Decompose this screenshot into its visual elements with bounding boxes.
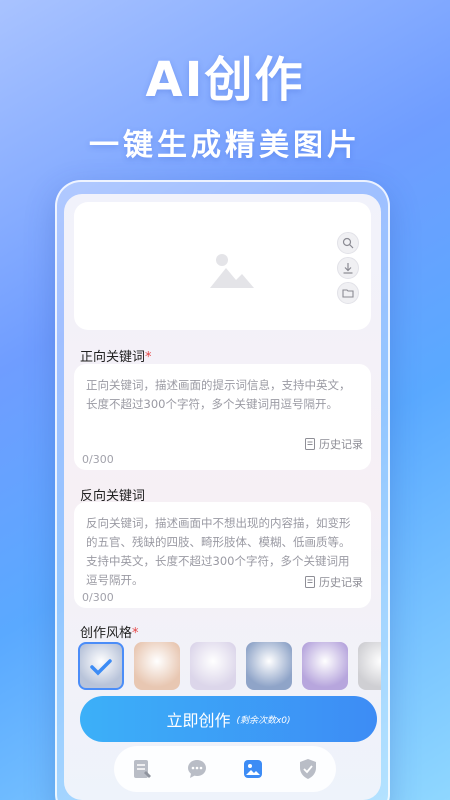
image-icon: [210, 254, 254, 288]
positive-keywords-label: 正向关键词*: [80, 346, 152, 365]
check-icon: [90, 659, 112, 676]
positive-placeholder: 正向关键词，描述画面的提示词信息，支持中英文，长度不超过300个字符，多个关键词…: [86, 378, 351, 411]
positive-history-button[interactable]: 历史记录: [305, 436, 363, 452]
style-thumbnail[interactable]: [190, 642, 236, 690]
create-button[interactable]: 立即创作 (剩余次数x0): [80, 696, 377, 742]
image-preview: [74, 202, 371, 330]
gallery-icon: [243, 760, 262, 778]
download-button[interactable]: [337, 257, 359, 279]
style-thumbnail[interactable]: [302, 642, 348, 690]
shield-icon: [300, 759, 317, 779]
style-thumbnail[interactable]: [78, 642, 124, 690]
style-thumbnail[interactable]: [246, 642, 292, 690]
required-mark: *: [132, 626, 139, 641]
folder-button[interactable]: [337, 282, 359, 304]
zoom-icon: [342, 237, 354, 249]
negative-counter: 0/300: [82, 591, 114, 604]
positive-counter: 0/300: [82, 453, 114, 466]
creation-style-label: 创作风格*: [80, 622, 139, 641]
style-label-text: 创作风格: [80, 626, 133, 641]
history-label: 历史记录: [319, 438, 363, 451]
remaining-count: (剩余次数x0): [236, 715, 291, 726]
nav-chat[interactable]: [184, 756, 210, 782]
style-list: [78, 642, 381, 690]
required-mark: *: [145, 350, 152, 365]
nav-notes[interactable]: [129, 756, 155, 782]
positive-keywords-input[interactable]: 正向关键词，描述画面的提示词信息，支持中英文，长度不超过300个字符，多个关键词…: [74, 364, 371, 470]
chat-icon: [188, 760, 207, 778]
hero-title: AI创作: [145, 52, 305, 108]
style-thumbnail[interactable]: [134, 642, 180, 690]
bottom-nav: [114, 746, 336, 792]
nav-shield[interactable]: [295, 756, 321, 782]
hero-subtitle: 一键生成精美图片: [89, 128, 361, 163]
history-label: 历史记录: [319, 576, 363, 589]
negative-keywords-input[interactable]: 反向关键词，描述画面中不想出现的内容描，如变形的五官、残缺的四肢、畸形肢体、模糊…: [74, 502, 371, 608]
create-button-label: 立即创作: [166, 711, 231, 730]
negative-history-button[interactable]: 历史记录: [305, 574, 363, 590]
nav-gallery[interactable]: [240, 756, 266, 782]
notes-icon: [133, 760, 151, 778]
download-icon: [343, 263, 353, 274]
app-screen: 正向关键词* 正向关键词，描述画面的提示词信息，支持中英文，长度不超过300个字…: [64, 194, 381, 800]
zoom-button[interactable]: [337, 232, 359, 254]
history-icon: [305, 576, 315, 588]
history-icon: [305, 438, 315, 450]
style-thumbnail[interactable]: [358, 642, 381, 690]
folder-icon: [342, 289, 354, 298]
positive-label-text: 正向关键词: [80, 350, 146, 365]
